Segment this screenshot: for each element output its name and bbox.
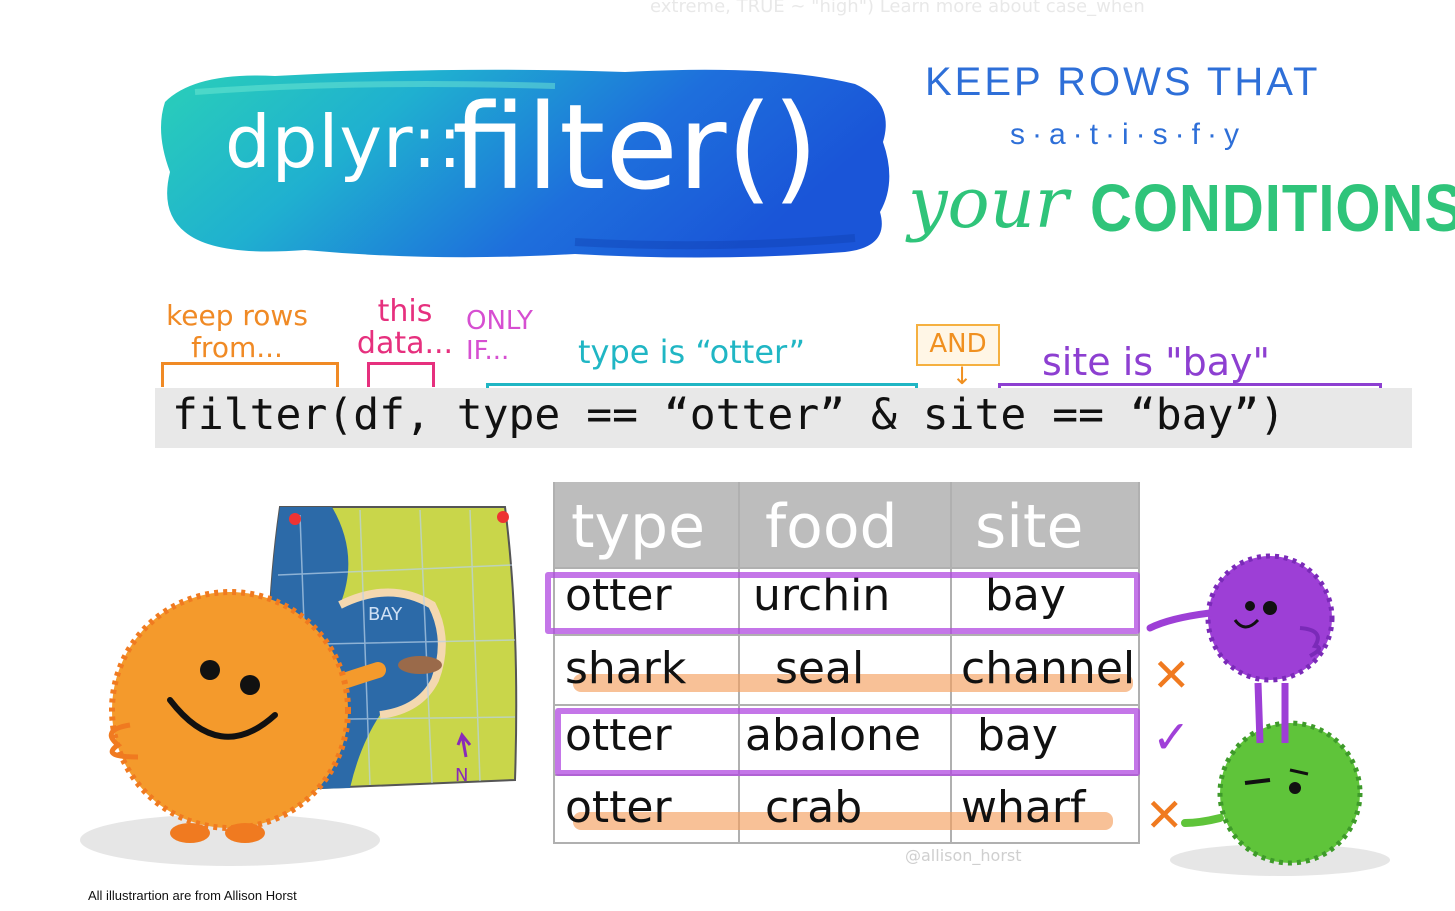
orange-monster-with-map-illustration: BAY N (80, 506, 518, 866)
tagline-conditions: CONDITIONS (1090, 171, 1455, 246)
title-prefix: dplyr:: (225, 100, 463, 184)
tagline-your: your (908, 162, 1069, 244)
artist-signature: @allison_horst (905, 846, 1022, 865)
title-function: filter() (452, 78, 819, 216)
purple-monster-icon (1146, 553, 1335, 744)
column-header-food: food (765, 492, 898, 562)
table-row: otter crab wharf (553, 776, 1140, 846)
green-monster-icon (1181, 720, 1363, 866)
tagline-satisfy: s·a·t·i·s·f·y (1010, 118, 1246, 151)
annotation-site-is-bay: site is "bay" (1042, 340, 1270, 384)
cell-food: seal (775, 643, 865, 694)
cell-site: channel (961, 643, 1136, 694)
compass-label: N (455, 765, 468, 786)
column-header-type: type (571, 492, 706, 562)
cell-type: otter (565, 782, 672, 833)
map-label: BAY (368, 604, 403, 625)
annotation-type-is-otter: type is “otter” (578, 333, 806, 371)
keep-highlight (555, 708, 1140, 776)
purple-green-monsters-illustration (1146, 553, 1390, 876)
bracket-this-data (367, 362, 435, 387)
annotation-only-if: ONLY IF... (466, 306, 533, 366)
annotation-keep-rows: keep rows from... (166, 299, 308, 364)
column-header-site: site (975, 492, 1084, 562)
annotation-this-data: this data... (356, 294, 454, 361)
tagline-line1: KEEP ROWS THAT (925, 60, 1321, 104)
annotation-and: AND (916, 324, 1000, 366)
cell-site: wharf (961, 782, 1086, 833)
data-table: type food site otter urchin bay shark se… (545, 482, 1140, 846)
cell-type: shark (565, 643, 687, 694)
code-line: filter(df, type == “otter” & site == “ba… (172, 390, 1286, 440)
and-arrow-icon: ↓ (952, 362, 973, 390)
table-row: shark seal channel (553, 637, 1140, 707)
image-credit: All illustrartion are from Allison Horst (88, 888, 297, 903)
keep-highlight (545, 572, 1140, 634)
bracket-keep-rows (161, 362, 339, 387)
cell-food: crab (765, 782, 863, 833)
orange-monster-icon (108, 589, 351, 843)
background-text: extreme, TRUE ~ "high") Learn more about… (650, 0, 1145, 17)
